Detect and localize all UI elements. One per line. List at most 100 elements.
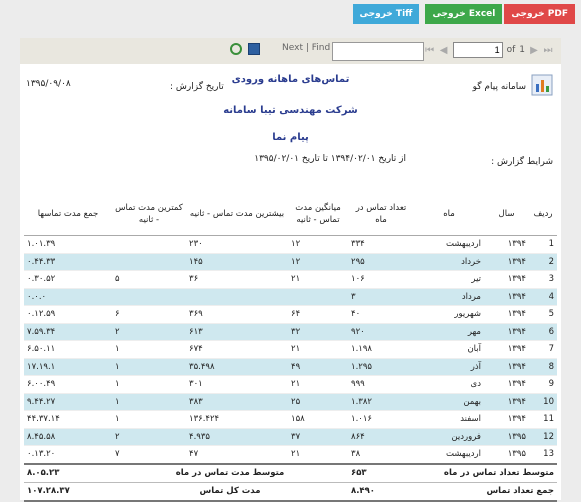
cell-min: ۵ <box>112 270 186 289</box>
cell-avg: ۳۲ <box>288 323 348 341</box>
table-row: 8 ۱۳۹۴ آذر ۱.۲۹۵ ۴۹ ۳۵.۴۹۸ ۱ ۱۷.۱۹.۱ <box>24 358 557 376</box>
next-page-icon[interactable]: ▶ <box>529 45 539 56</box>
cell-year: ۱۳۹۴ <box>484 235 529 254</box>
cell-avg: ۴۹ <box>288 358 348 376</box>
first-page-icon[interactable]: ⏮ <box>425 45 435 56</box>
cell-row: 3 <box>529 270 557 289</box>
cell-avg: ۲۱ <box>288 270 348 289</box>
cell-avg: ۱۲ <box>288 235 348 254</box>
cell-month: فروردین <box>414 428 484 446</box>
cell-total: ۰.۱۳.۲۰ <box>24 445 112 464</box>
col-header-avg: میانگین مدت تماس - ثانیه <box>288 193 348 236</box>
cell-month: شهریور <box>414 305 484 324</box>
summary-total-row: جمع تعداد تماس ۸.۴۹۰ مدت کل تماس ۱۰۷.۲۸.… <box>24 482 557 502</box>
cell-max: ۳۸۳ <box>186 393 288 411</box>
cell-year: ۱۳۹۴ <box>484 393 529 411</box>
cell-max: ۶۱۳ <box>186 323 288 341</box>
col-header-max: بیشترین مدت تماس - ثانیه <box>186 193 288 236</box>
avg-count-label: متوسط تعداد تماس در ماه <box>414 462 557 483</box>
cell-avg: ۳۷ <box>288 428 348 446</box>
cell-row: 5 <box>529 305 557 324</box>
table-row: 2 ۱۳۹۴ خرداد ۲۹۵ ۱۲ ۱۴۵ ۰.۴۴.۳۳ <box>24 253 557 271</box>
cell-month: دی <box>414 375 484 394</box>
cell-avg: ۲۵ <box>288 393 348 411</box>
next-link[interactable]: Next <box>282 43 303 53</box>
cell-row: 12 <box>529 428 557 446</box>
find-input[interactable] <box>332 42 424 61</box>
prev-page-icon[interactable]: ◀ <box>439 45 449 56</box>
table-row: 3 ۱۳۹۴ تیر ۱۰۶ ۲۱ ۳۶ ۵ ۰.۳۰.۵۲ <box>24 270 557 289</box>
col-header-row: ردیف <box>529 193 557 236</box>
cell-min: ۱ <box>112 340 186 359</box>
cell-total: ۰.۴۴.۳۳ <box>24 253 112 271</box>
cell-month: آذر <box>414 358 484 376</box>
export-tiff-button[interactable]: خروجی Tiff <box>352 4 420 24</box>
export-excel-button[interactable]: خروجی Excel <box>425 4 503 24</box>
cell-month: خرداد <box>414 253 484 271</box>
cell-year: ۱۳۹۴ <box>484 305 529 324</box>
report-date: ۱۳۹۵/۰۹/۰۸ <box>26 79 71 89</box>
product-name: پیام نما <box>272 132 309 143</box>
cell-max: ۴۷ <box>186 445 288 464</box>
cell-row: 4 <box>529 288 557 306</box>
avg-count-value: ۶۵۳ <box>348 462 414 483</box>
export-pdf-button[interactable]: خروجی PDF <box>504 4 575 24</box>
cell-count: ۱.۳۸۲ <box>348 393 414 411</box>
cell-min <box>112 235 186 254</box>
total-pages: 1 <box>519 45 525 55</box>
avg-duration-label: متوسط مدت تماس در ماه <box>112 462 348 483</box>
total-count-label: جمع تعداد تماس <box>414 482 557 502</box>
cell-year: ۱۳۹۴ <box>484 410 529 429</box>
cell-count: ۱.۱۹۸ <box>348 340 414 359</box>
cell-min: ۱ <box>112 410 186 429</box>
cell-row: 10 <box>529 393 557 411</box>
cell-max: ۴.۹۳۵ <box>186 428 288 446</box>
cell-max: ۳۶۹ <box>186 305 288 324</box>
cell-avg: ۲۱ <box>288 445 348 464</box>
cell-row: 11 <box>529 410 557 429</box>
cell-total: ۰.۰.۰ <box>24 288 112 306</box>
cell-max: ۳۰۱ <box>186 375 288 394</box>
table-row: 9 ۱۳۹۴ دی ۹۹۹ ۲۱ ۳۰۱ ۱ ۶.۰۰.۴۹ <box>24 375 557 394</box>
last-page-icon[interactable]: ⏭ <box>543 45 553 56</box>
cell-year: ۱۳۹۵ <box>484 445 529 464</box>
cell-total: ۹.۴۴.۲۷ <box>24 393 112 411</box>
cell-row: 8 <box>529 358 557 376</box>
report-viewer-toolbar: Next | Find ⏮ ◀ of 1 ▶ ⏭ <box>20 38 561 65</box>
cell-count: ۱.۲۹۵ <box>348 358 414 376</box>
cell-year: ۱۳۹۴ <box>484 323 529 341</box>
cell-year: ۱۳۹۵ <box>484 428 529 446</box>
export-toolbar: خروجی Tiff خروجی Excel خروجی PDF <box>352 4 575 24</box>
cell-total: ۶.۰۰.۴۹ <box>24 375 112 394</box>
save-icon[interactable] <box>248 43 260 55</box>
cell-count: ۹۲۰ <box>348 323 414 341</box>
cell-row: 7 <box>529 340 557 359</box>
page-number-input[interactable] <box>452 42 503 58</box>
find-controls: Next | Find <box>282 43 331 53</box>
cell-min: ۱ <box>112 358 186 376</box>
cell-year: ۱۳۹۴ <box>484 253 529 271</box>
table-row: 1 ۱۳۹۴ اردیبهشت ۳۳۴ ۱۲ ۲۳۰ ۱.۰۱.۳۹ <box>24 235 557 254</box>
cell-count: ۳۳۴ <box>348 235 414 254</box>
cell-total: ۶.۵۰.۱۱ <box>24 340 112 359</box>
refresh-icon[interactable] <box>230 43 242 55</box>
find-link[interactable]: Find <box>312 43 330 53</box>
cell-month: تیر <box>414 270 484 289</box>
cell-total: ۷.۵۹.۳۴ <box>24 323 112 341</box>
calls-table: ردیف سال ماه تعداد تماس در ماه میانگین م… <box>24 193 557 502</box>
total-count-value: ۸.۴۹۰ <box>348 482 414 502</box>
table-header-row: ردیف سال ماه تعداد تماس در ماه میانگین م… <box>24 193 557 236</box>
cell-count: ۹۹۹ <box>348 375 414 394</box>
cell-total: ۱.۰۱.۳۹ <box>24 235 112 254</box>
cell-min: ۱ <box>112 375 186 394</box>
cell-min: ۶ <box>112 305 186 324</box>
col-header-total: جمع مدت تماسها <box>24 193 112 236</box>
company-name: شرکت مهندسی تیبا سامانه <box>223 105 358 116</box>
cell-avg: ۶۴ <box>288 305 348 324</box>
page-navigation: ⏮ ◀ of 1 ▶ ⏭ <box>425 42 553 58</box>
cell-year: ۱۳۹۴ <box>484 270 529 289</box>
col-header-year: سال <box>484 193 529 236</box>
cell-count: ۲۹۵ <box>348 253 414 271</box>
cell-max: ۲۳۰ <box>186 235 288 254</box>
cell-avg: ۲۱ <box>288 340 348 359</box>
